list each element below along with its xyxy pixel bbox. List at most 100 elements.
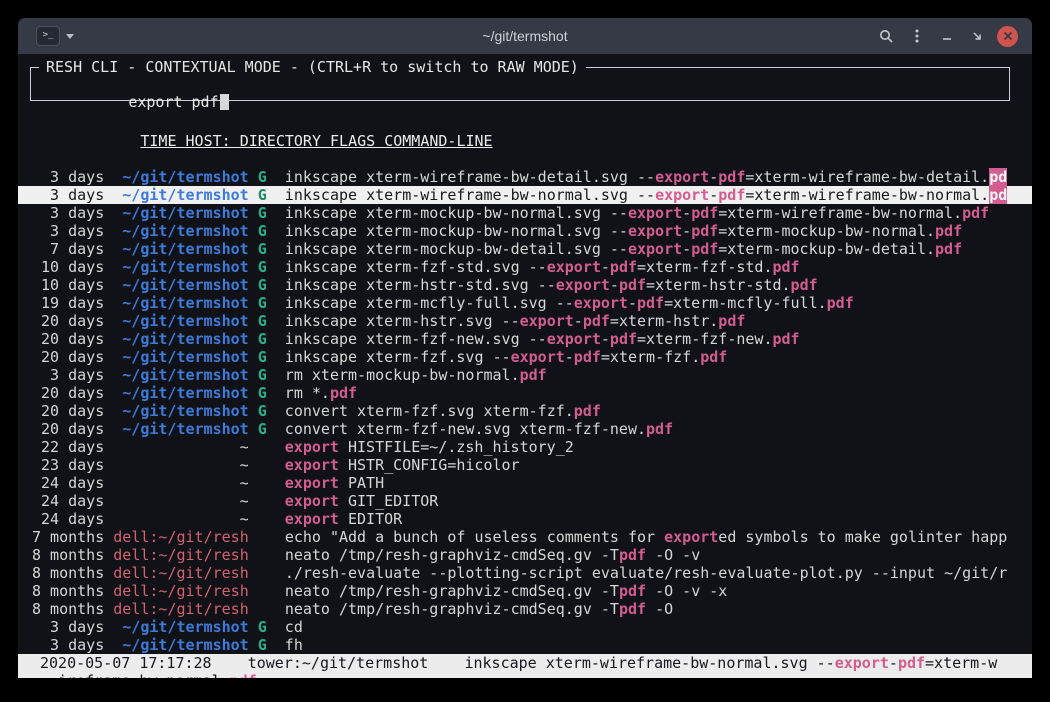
command-text: =xterm-fzf-new. xyxy=(637,330,772,348)
row-flags: G xyxy=(258,312,267,330)
command-text: inkscape xterm-hstr.svg -- xyxy=(285,312,520,330)
row-command: inkscape xterm-mockup-bw-normal.svg --ex… xyxy=(285,222,1032,240)
search-match: pdf xyxy=(718,312,745,330)
search-match: pdf xyxy=(935,240,962,258)
row-command: export GIT_EDITOR xyxy=(285,492,1032,510)
menu-button[interactable] xyxy=(907,25,927,47)
history-row[interactable]: 8 months dell:~/git/resh neato /tmp/resh… xyxy=(18,600,1032,618)
command-text: - xyxy=(601,330,610,348)
search-match: pdf xyxy=(619,582,646,600)
history-row[interactable]: 20 days ~/git/termshot G convert xterm-f… xyxy=(18,402,1032,420)
row-flags: G xyxy=(258,384,267,402)
search-button[interactable] xyxy=(875,25,897,47)
history-row[interactable]: 3 days ~/git/termshot G rm xterm-mockup-… xyxy=(18,366,1032,384)
history-row[interactable]: 8 months dell:~/git/resh neato /tmp/resh… xyxy=(18,546,1032,564)
command-text: PATH xyxy=(339,474,384,492)
command-text: =xterm-fzf. xyxy=(601,348,700,366)
command-text: fh xyxy=(285,636,303,654)
history-row[interactable]: 3 days ~/git/termshot G cd xyxy=(18,618,1032,636)
command-text: echo "Add a bunch of useless comments fo… xyxy=(285,528,664,546)
row-time: 3 days xyxy=(32,636,104,654)
close-icon xyxy=(1003,31,1013,41)
row-flags: G xyxy=(258,420,267,438)
row-host: ~/git/termshot xyxy=(113,420,248,438)
history-row[interactable]: 10 days ~/git/termshot G inkscape xterm-… xyxy=(18,276,1032,294)
row-flags: G xyxy=(258,402,267,420)
row-time: 10 days xyxy=(32,276,104,294)
history-row[interactable]: 10 days ~/git/termshot G inkscape xterm-… xyxy=(18,258,1032,276)
command-text: 2020-05-07 17:17:28 tower:~/git/termshot… xyxy=(40,654,835,672)
search-match: pd xyxy=(989,168,1007,186)
dropdown-caret-icon xyxy=(66,34,74,39)
row-flags: G xyxy=(258,168,267,186)
row-time: 20 days xyxy=(32,402,104,420)
history-row[interactable]: 3 days ~/git/termshot G inkscape xterm-w… xyxy=(18,168,1032,186)
command-text: - xyxy=(709,168,718,186)
command-text: ./resh-evaluate --plotting-script evalua… xyxy=(285,564,1007,582)
command-text: HSTR_CONFIG=hicolor xyxy=(339,456,520,474)
row-time: 24 days xyxy=(32,474,104,492)
row-command: neato /tmp/resh-graphviz-cmdSeq.gv -Tpdf… xyxy=(285,546,1032,564)
command-text: convert xterm-fzf-new.svg xterm-fzf-new. xyxy=(285,420,646,438)
history-row[interactable]: 3 days ~/git/termshot G fh xyxy=(18,636,1032,654)
search-match: export xyxy=(835,654,889,672)
search-query-line[interactable]: export pdf xyxy=(31,68,1009,129)
history-row[interactable]: 7 days ~/git/termshot G inkscape xterm-m… xyxy=(18,240,1032,258)
history-row[interactable]: 19 days ~/git/termshot G inkscape xterm-… xyxy=(18,294,1032,312)
search-match: pdf xyxy=(330,384,357,402)
terminal-content[interactable]: RESH CLI - CONTEXTUAL MODE - (CTRL+R to … xyxy=(18,54,1032,678)
restore-button[interactable] xyxy=(967,26,987,46)
row-host: ~/git/termshot xyxy=(113,186,248,204)
history-row[interactable]: 24 days ~ export GIT_EDITOR xyxy=(18,492,1032,510)
history-row[interactable]: 24 days ~ export EDITOR xyxy=(18,510,1032,528)
search-match: pdf xyxy=(898,654,925,672)
row-flags: G xyxy=(258,204,267,222)
search-match: export xyxy=(285,438,339,456)
search-match: pdf xyxy=(574,348,601,366)
command-text: inkscape xterm-wireframe-bw-normal.svg -… xyxy=(285,186,655,204)
row-command: export HSTR_CONFIG=hicolor xyxy=(285,456,1032,474)
history-row[interactable]: 7 months dell:~/git/resh echo "Add a bun… xyxy=(18,528,1032,546)
resh-search-box[interactable]: RESH CLI - CONTEXTUAL MODE - (CTRL+R to … xyxy=(30,67,1010,101)
row-time: 3 days xyxy=(32,168,104,186)
history-row[interactable]: 20 days ~/git/termshot G inkscape xterm-… xyxy=(18,348,1032,366)
minimize-icon xyxy=(940,29,954,43)
history-row[interactable]: 20 days ~/git/termshot G convert xterm-f… xyxy=(18,420,1032,438)
history-row[interactable]: 20 days ~/git/termshot G rm *.pdf xyxy=(18,384,1032,402)
row-host: ~/git/termshot xyxy=(113,222,248,240)
history-row[interactable]: 24 days ~ export PATH xyxy=(18,474,1032,492)
row-time: 3 days xyxy=(32,222,104,240)
history-row[interactable]: 3 days ~/git/termshot G inkscape xterm-w… xyxy=(18,186,1032,204)
history-row[interactable]: 8 months dell:~/git/resh ./resh-evaluate… xyxy=(18,564,1032,582)
command-text: neato /tmp/resh-graphviz-cmdSeq.gv -T xyxy=(285,546,619,564)
command-text: - xyxy=(565,348,574,366)
row-host: ~ xyxy=(113,456,248,474)
history-row[interactable]: 22 days ~ export HISTFILE=~/.zsh_history… xyxy=(18,438,1032,456)
row-host: ~/git/termshot xyxy=(113,294,248,312)
minimize-button[interactable] xyxy=(937,26,957,46)
row-time: 3 days xyxy=(32,204,104,222)
search-match: export xyxy=(556,276,610,294)
terminal-window: >_ ~/git/termshot xyxy=(18,18,1032,678)
history-row[interactable]: 3 days ~/git/termshot G inkscape xterm-m… xyxy=(18,204,1032,222)
command-text: EDITOR xyxy=(339,510,402,528)
command-text: ireframe-bw-normal. xyxy=(40,672,230,678)
close-button[interactable] xyxy=(997,26,1018,47)
command-text: rm xterm-mockup-bw-normal. xyxy=(285,366,520,384)
row-time: 23 days xyxy=(32,456,104,474)
command-text: inkscape xterm-wireframe-bw-detail.svg -… xyxy=(285,168,655,186)
row-flags xyxy=(258,600,267,618)
history-row[interactable]: 20 days ~/git/termshot G inkscape xterm-… xyxy=(18,330,1032,348)
history-row[interactable]: 3 days ~/git/termshot G inkscape xterm-m… xyxy=(18,222,1032,240)
session-dropdown-button[interactable]: >_ xyxy=(32,24,78,48)
row-host: ~/git/termshot xyxy=(113,168,248,186)
row-host: ~/git/termshot xyxy=(113,348,248,366)
row-flags: G xyxy=(258,294,267,312)
history-row[interactable]: 8 months dell:~/git/resh neato /tmp/resh… xyxy=(18,582,1032,600)
search-match: pdf xyxy=(772,330,799,348)
history-row[interactable]: 20 days ~/git/termshot G inkscape xterm-… xyxy=(18,312,1032,330)
command-text: -O -v xyxy=(646,546,700,564)
history-row[interactable]: 23 days ~ export HSTR_CONFIG=hicolor xyxy=(18,456,1032,474)
row-flags xyxy=(258,564,267,582)
command-text: inkscape xterm-mockup-bw-normal.svg -- xyxy=(285,204,628,222)
